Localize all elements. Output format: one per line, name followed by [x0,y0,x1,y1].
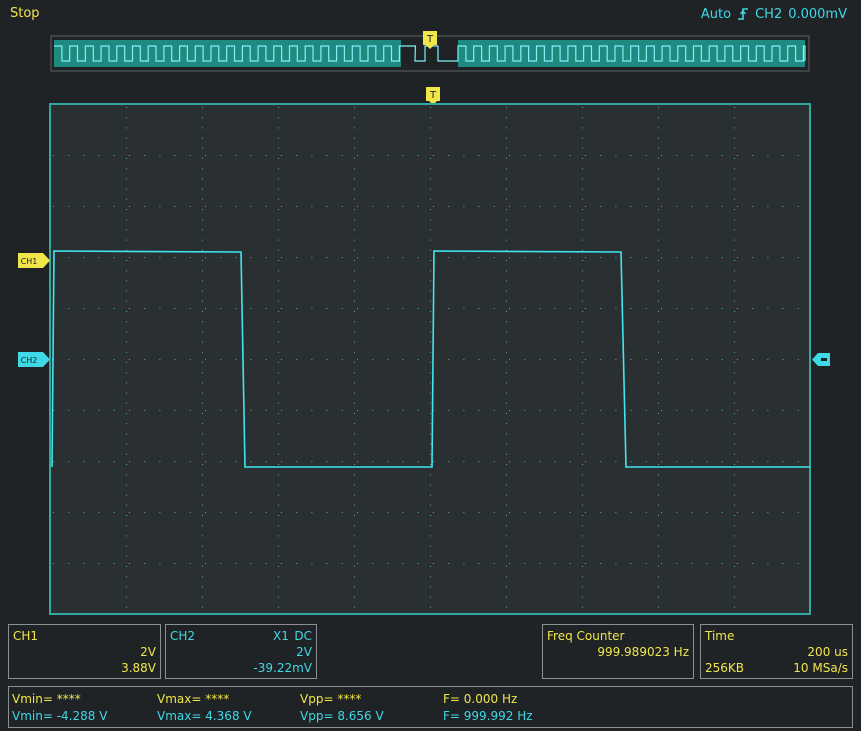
trigger-level-marker [812,353,830,366]
overview-waveform [54,45,806,62]
memory-overview-frame [50,35,810,72]
sample-rate: 10 MSa/s [793,661,848,675]
ch2-vmax: Vmax= 4.368 V [157,709,252,723]
measurements-panel[interactable]: Vmin= **** Vmax= **** Vpp= **** F= 0.000… [8,686,853,728]
svg-text:CH2: CH2 [21,356,38,365]
ch1-settings-panel[interactable]: CH1 2V 3.88V [8,624,161,679]
freq-counter-value: 999.989023 Hz [597,645,689,659]
trigger-level: 0.000mV [788,6,847,22]
ch2-vpp: Vpp= 8.656 V [300,709,384,723]
ch1-label: CH1 [13,629,39,643]
ch2-probe: X1 [273,629,289,643]
timebase-value: 200 us [807,645,848,659]
trigger-position-marker-overview: T [423,31,437,49]
ch2-vmin: Vmin= -4.288 V [12,709,108,723]
ch1-vpp: Vpp= **** [300,692,362,706]
memory-overview-right [458,40,805,67]
memory-overview-left [54,40,401,67]
graticule-frame [49,103,811,615]
ch1-scale: 2V [140,645,156,659]
ch2-label: CH2 [170,629,196,643]
freq-counter-panel[interactable]: Freq Counter 999.989023 Hz [542,624,694,679]
time-label: Time [705,629,735,643]
ch1-vmin: Vmin= **** [12,692,81,706]
svg-text:T: T [426,34,434,45]
ch1-freq: F= 0.000 Hz [443,692,518,706]
ch1-vmax: Vmax= **** [157,692,230,706]
acquisition-status[interactable]: Stop [10,6,40,21]
graticule-grid [53,107,799,608]
memory-depth: 256KB [705,661,745,675]
trigger-channel: CH2 [755,6,783,22]
trigger-mode[interactable]: Auto [701,7,731,22]
trigger-info[interactable]: Auto CH2 0.000mV [701,6,847,22]
ch2-coupling: DC [294,629,312,643]
scope-display: T T CH1 CH2 [18,31,830,615]
ch2-freq: F= 999.992 Hz [443,709,533,723]
svg-text:CH1: CH1 [21,257,38,266]
graticule-dots [53,107,799,608]
freq-counter-label: Freq Counter [547,629,625,643]
ch1-offset: 3.88V [121,661,156,675]
rising-edge-icon [738,8,749,20]
ch2-offset: -39.22mV [253,661,312,675]
timebase-panel[interactable]: Time 200 us 256KB 10 MSa/s [700,624,853,679]
ch2-waveform [51,250,810,468]
trigger-position-marker: T [426,87,440,105]
ch2-settings-panel[interactable]: CH2 X1 DC 2V -39.22mV [165,624,317,679]
svg-text:T: T [429,90,437,101]
ch2-scale: 2V [296,645,312,659]
ch2-marker: CH2 [18,352,50,367]
ch1-marker: CH1 [18,253,50,268]
